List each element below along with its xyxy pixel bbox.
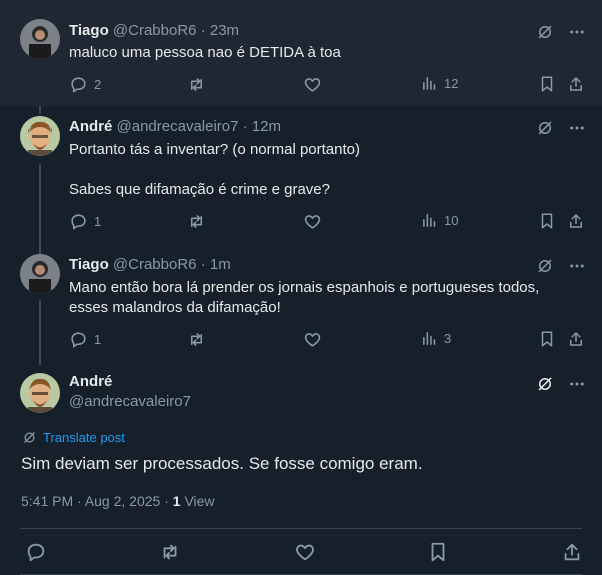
reply-count: 1 bbox=[94, 214, 102, 229]
share-icon bbox=[564, 543, 580, 561]
views-icon bbox=[423, 214, 436, 227]
like-button[interactable] bbox=[303, 212, 322, 231]
author-name[interactable]: Tiago bbox=[69, 22, 109, 39]
bookmark-button[interactable] bbox=[427, 541, 449, 568]
views-button[interactable]: 10 bbox=[421, 212, 458, 229]
views-label: View bbox=[184, 493, 215, 509]
translate-post-label: Translate post bbox=[43, 430, 125, 445]
views-count: 10 bbox=[444, 213, 459, 228]
retweet-icon bbox=[190, 78, 203, 91]
views-button[interactable]: 3 bbox=[421, 330, 451, 347]
post-text-line: esses malandros da difamação! bbox=[69, 299, 281, 316]
divider bbox=[20, 528, 582, 529]
like-button[interactable] bbox=[294, 541, 316, 568]
author-name[interactable]: Tiago bbox=[69, 256, 109, 273]
bookmark-icon bbox=[431, 542, 445, 562]
more-icon[interactable] bbox=[568, 375, 586, 393]
translate-icon bbox=[24, 432, 35, 443]
post-text-line: Sabes que difamação é crime e grave? bbox=[69, 181, 330, 198]
author-handle[interactable]: @andrecavaleiro7 bbox=[69, 392, 191, 412]
post-text: maluco uma pessoa nao é DETIDA à toa bbox=[69, 43, 579, 63]
reply-post[interactable]: Tiago @CrabboR6 · 23m maluco uma pessoa … bbox=[0, 0, 602, 106]
reply-button[interactable]: 2 bbox=[69, 75, 101, 94]
post-time[interactable]: · 12m bbox=[243, 118, 281, 135]
share-icon bbox=[570, 77, 582, 91]
reply-post[interactable]: Tiago @CrabboR6 · 1m Mano então bora lá … bbox=[0, 244, 602, 366]
reply-count: 1 bbox=[94, 332, 102, 347]
share-icon bbox=[570, 214, 582, 228]
retweet-icon bbox=[190, 333, 203, 346]
grok-icon[interactable] bbox=[536, 375, 554, 393]
share-button[interactable] bbox=[561, 541, 583, 568]
share-button[interactable] bbox=[567, 75, 585, 93]
main-post-text: Sim deviam ser processados. Se fosse com… bbox=[21, 454, 423, 473]
post-time[interactable]: · 23m bbox=[201, 22, 239, 39]
bookmark-button[interactable] bbox=[538, 212, 556, 230]
avatar[interactable] bbox=[20, 116, 60, 156]
reply-icon bbox=[71, 77, 86, 93]
avatar[interactable] bbox=[20, 254, 60, 294]
grok-icon[interactable] bbox=[536, 257, 554, 275]
avatar[interactable] bbox=[20, 19, 60, 59]
post-text: Mano então bora lá prender os jornais es… bbox=[69, 278, 579, 318]
reply-button[interactable]: 1 bbox=[69, 212, 101, 231]
post-timestamp[interactable]: 5:41 PM · Aug 2, 2025 · bbox=[21, 493, 169, 509]
retweet-button[interactable] bbox=[187, 75, 206, 94]
retweet-button[interactable] bbox=[187, 212, 206, 231]
main-post-actions bbox=[0, 541, 602, 565]
author-handle[interactable]: @CrabboR6 bbox=[113, 22, 197, 39]
author-name[interactable]: André bbox=[69, 372, 112, 392]
reply-button[interactable] bbox=[25, 541, 47, 568]
reply-icon bbox=[71, 214, 86, 230]
views-button[interactable]: 12 bbox=[421, 75, 458, 92]
translate-post-link[interactable]: Translate post bbox=[22, 430, 125, 445]
post-text-line: maluco uma pessoa nao é DETIDA à toa bbox=[69, 44, 341, 61]
grok-icon[interactable] bbox=[536, 119, 554, 137]
like-icon bbox=[304, 78, 321, 92]
share-button[interactable] bbox=[567, 212, 585, 230]
like-icon bbox=[304, 215, 321, 229]
author-name[interactable]: André bbox=[69, 118, 112, 135]
post-text-line: Portanto tás a inventar? (o normal porta… bbox=[69, 141, 360, 158]
like-icon bbox=[304, 333, 321, 347]
post-meta: 5:41 PM · Aug 2, 2025 · 1 View bbox=[21, 491, 215, 511]
views-icon bbox=[423, 77, 436, 90]
more-icon[interactable] bbox=[568, 23, 586, 41]
retweet-icon bbox=[163, 544, 177, 560]
reply-count: 2 bbox=[94, 77, 102, 92]
more-icon[interactable] bbox=[568, 119, 586, 137]
bookmark-icon bbox=[541, 213, 553, 229]
views-icon bbox=[423, 332, 436, 345]
retweet-button[interactable] bbox=[159, 541, 181, 568]
reply-post[interactable]: André @andrecavaleiro7 · 12m Portanto tá… bbox=[0, 106, 602, 244]
like-button[interactable] bbox=[303, 75, 322, 94]
share-button[interactable] bbox=[567, 330, 585, 348]
bookmark-icon bbox=[541, 331, 553, 347]
views-count: 12 bbox=[444, 76, 459, 91]
views-number: 1 bbox=[172, 493, 181, 509]
author-handle[interactable]: @CrabboR6 bbox=[113, 256, 197, 273]
bookmark-button[interactable] bbox=[538, 330, 556, 348]
reply-button[interactable]: 1 bbox=[69, 330, 101, 349]
reply-icon bbox=[71, 332, 86, 348]
retweet-button[interactable] bbox=[187, 330, 206, 349]
reply-icon bbox=[27, 543, 45, 562]
post-time[interactable]: · 1m bbox=[201, 256, 231, 273]
post-text: Portanto tás a inventar? (o normal porta… bbox=[69, 140, 579, 200]
like-button[interactable] bbox=[303, 330, 322, 349]
more-icon[interactable] bbox=[568, 257, 586, 275]
bookmark-button[interactable] bbox=[538, 75, 556, 93]
post-text-line: Mano então bora lá prender os jornais es… bbox=[69, 279, 540, 296]
retweet-icon bbox=[190, 215, 203, 228]
author-handle[interactable]: @andrecavaleiro7 bbox=[117, 118, 239, 135]
like-icon bbox=[296, 544, 314, 561]
grok-icon[interactable] bbox=[536, 23, 554, 41]
share-icon bbox=[570, 332, 582, 346]
views-count: 3 bbox=[444, 331, 452, 346]
avatar[interactable] bbox=[20, 373, 60, 413]
bookmark-icon bbox=[541, 76, 553, 92]
